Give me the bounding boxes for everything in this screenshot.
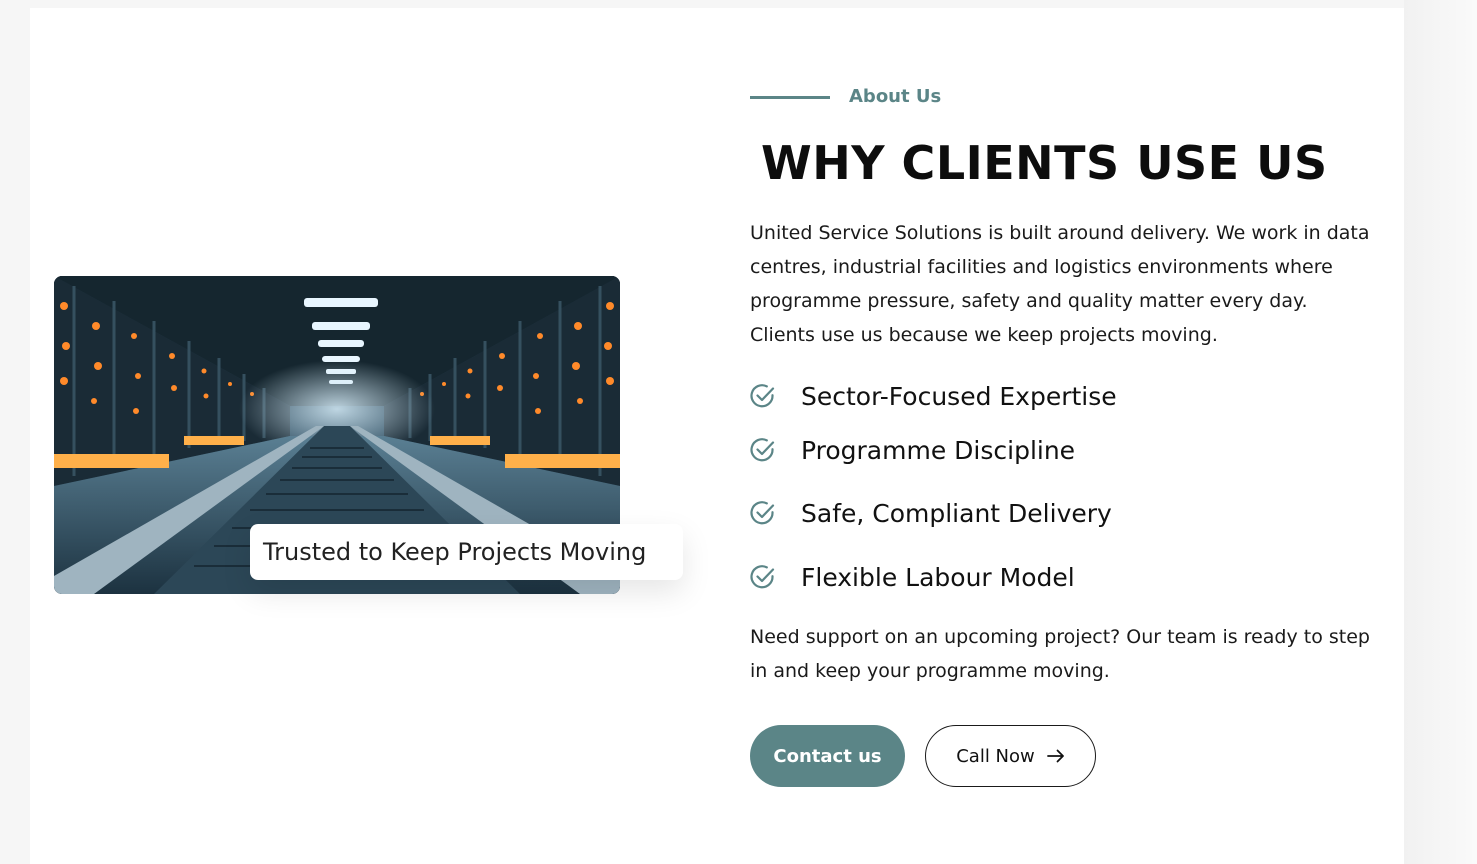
feature-label: Programme Discipline bbox=[801, 435, 1076, 465]
feature-label: Safe, Compliant Delivery bbox=[801, 498, 1112, 528]
check-circle-icon bbox=[750, 438, 775, 462]
check-circle-icon bbox=[750, 565, 775, 589]
check-circle-icon bbox=[750, 501, 775, 525]
feature-item-flexible-labour-model: Flexible Labour Model bbox=[750, 560, 1075, 594]
feature-label: Flexible Labour Model bbox=[801, 562, 1075, 592]
support-paragraph: Need support on an upcoming project? Our… bbox=[750, 626, 1370, 682]
eyebrow-label: About Us bbox=[849, 86, 942, 107]
section-title: WHY CLIENTS USE US bbox=[761, 136, 1328, 190]
arrow-right-icon bbox=[1046, 749, 1064, 763]
intro-paragraph: United Service Solutions is built around… bbox=[750, 222, 1370, 346]
feature-item-sector-focused-expertise: Sector-Focused Expertise bbox=[750, 379, 1117, 413]
feature-label: Sector-Focused Expertise bbox=[801, 381, 1117, 411]
page: Trusted to Keep Projects Moving About Us… bbox=[0, 0, 1477, 864]
eyebrow-divider bbox=[750, 96, 830, 99]
check-circle-icon bbox=[750, 384, 775, 408]
contact-us-label: Contact us bbox=[773, 745, 882, 767]
image-caption: Trusted to Keep Projects Moving bbox=[250, 524, 683, 580]
feature-item-safe-compliant-delivery: Safe, Compliant Delivery bbox=[750, 496, 1112, 530]
contact-us-button[interactable]: Contact us bbox=[750, 725, 905, 787]
call-now-label: Call Now bbox=[956, 745, 1035, 767]
call-now-button[interactable]: Call Now bbox=[925, 725, 1096, 787]
feature-item-programme-discipline: Programme Discipline bbox=[750, 433, 1075, 467]
page-edge bbox=[1404, 0, 1477, 864]
